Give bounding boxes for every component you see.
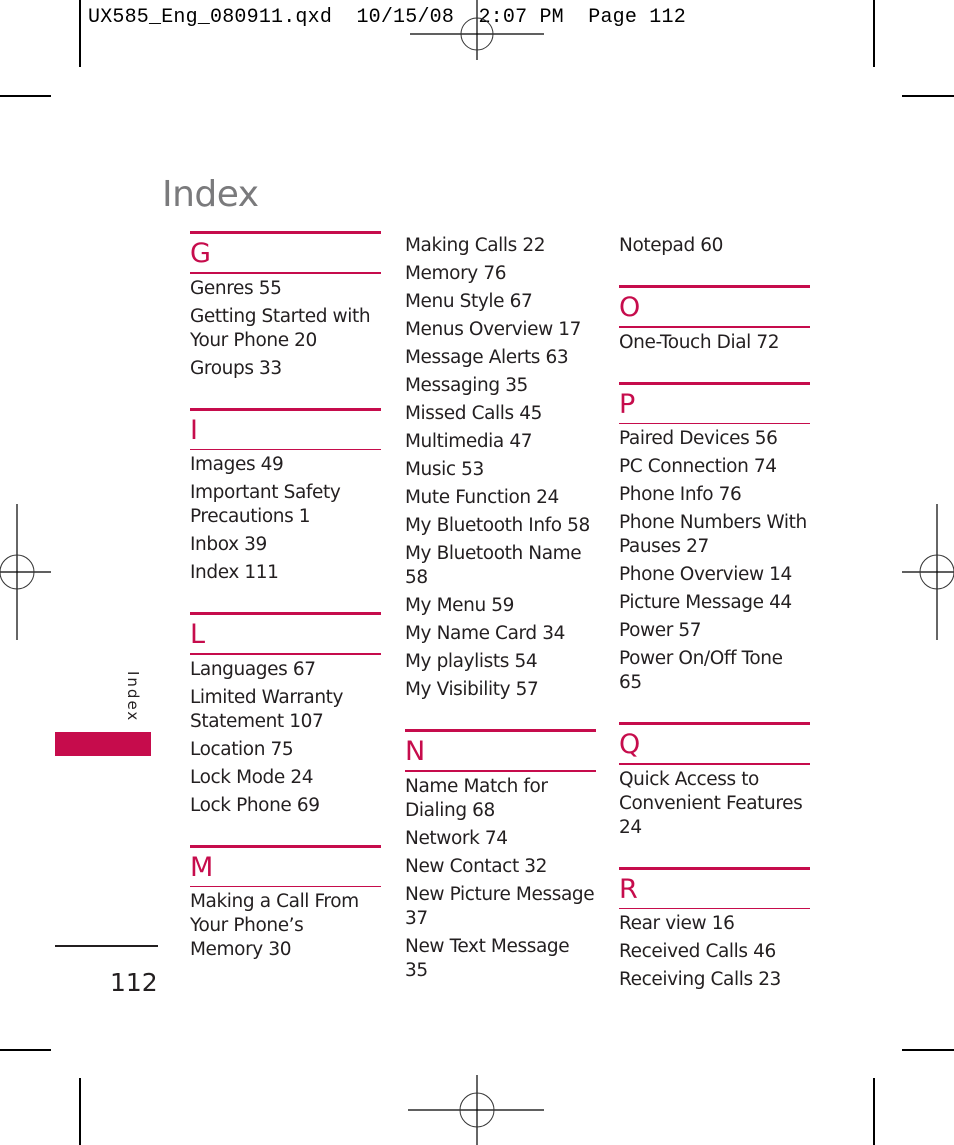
index-entry: Menus Overview 17: [405, 319, 582, 340]
index-entry: Phone Info 76: [619, 484, 742, 505]
index-entry: Genres 55: [190, 277, 282, 299]
crop-mark: [0, 1049, 51, 1051]
index-entry: Important Safety Precautions 1: [190, 482, 341, 527]
section-rule-bottom: [619, 763, 810, 765]
section-letter-heading: O: [619, 292, 641, 323]
section-rule-bottom: [619, 907, 810, 909]
section-rule-bottom: [190, 885, 381, 887]
index-entry: Receiving Calls 23: [619, 969, 781, 990]
index-entry: My Menu 59: [405, 595, 515, 616]
section-rule-bottom: [190, 272, 381, 274]
registration-mark-icon: [0, 504, 51, 640]
section-letter-heading: P: [619, 388, 636, 420]
index-entry: Limited Warranty Statement 107: [190, 686, 344, 732]
index-entry: PC Connection 74: [619, 456, 777, 477]
page-number: 112: [110, 968, 158, 997]
index-entry: Making Calls 22: [405, 235, 546, 256]
index-column-2: Making Calls 22 Memory 76 Menu Style 67 Men…: [405, 234, 596, 1010]
index-section: R Rear view 16 Received Calls 46 Receiving …: [619, 866, 810, 993]
section-letter-heading: G: [190, 238, 211, 269]
index-entry: Location 75: [190, 738, 294, 760]
crop-mark: [0, 95, 51, 97]
crop-mark: [873, 1078, 875, 1145]
index-entry: Lock Mode 24: [190, 766, 314, 788]
crop-mark: [79, 1078, 81, 1145]
folio-rule: [55, 945, 158, 947]
index-entry: Phone Numbers With Pauses 27: [619, 512, 807, 557]
index-section: G Genres 55 Getting Started with Your Phon…: [190, 231, 381, 381]
continued-entries: Notepad 60: [619, 234, 810, 258]
index-section: O One-Touch Dial 72: [619, 285, 810, 355]
continued-entries: Making Calls 22 Memory 76 Menu Style 67 Men…: [405, 234, 596, 702]
index-entry: Name Match for Dialing 68: [405, 775, 548, 821]
index-section: I Images 49 Important Safety Precautions 1…: [190, 407, 381, 586]
index-entry: Messaging 35: [405, 375, 528, 396]
index-entry: Mute Function 24: [405, 487, 559, 508]
crop-mark: [79, 0, 81, 67]
index-section: M Making a Call From Your Phone’s Memory …: [190, 844, 381, 963]
index-entry: My Name Card 34: [405, 623, 565, 644]
index-entry: Power On/Off Tone 65: [619, 648, 783, 693]
registration-mark-icon: [902, 504, 954, 640]
index-section: L Languages 67 Limited Warranty Statement …: [190, 612, 381, 818]
index-entry: Menu Style 67: [405, 291, 533, 312]
index-entry: Music 53: [405, 459, 484, 480]
index-entry: Groups 33: [190, 357, 282, 379]
index-entry: Getting Started with Your Phone 20: [190, 305, 371, 351]
section-letter-heading: N: [405, 736, 426, 767]
page-title: Index: [162, 174, 259, 216]
index-entry: Languages 67: [190, 658, 316, 680]
index-entry: My playlists 54: [405, 651, 538, 672]
index-entry: My Bluetooth Info 58: [405, 515, 590, 536]
index-entry: Missed Calls 45: [405, 403, 542, 424]
index-entry: My Visibility 57: [405, 679, 539, 700]
index-entry: Quick Access to Convenient Features 24: [619, 768, 803, 838]
print-slug-line: UX585_Eng_080911.qxd 10/15/08 2:07 PM Pa…: [88, 6, 686, 29]
index-entry: One-Touch Dial 72: [619, 331, 780, 353]
index-entry: Paired Devices 56: [619, 428, 778, 449]
index-entry: Memory 76: [405, 263, 507, 284]
index-column-1: G Genres 55 Getting Started with Your Phon…: [190, 231, 381, 989]
crop-mark: [902, 1049, 954, 1051]
index-entry: Images 49: [190, 454, 284, 475]
crop-mark: [902, 95, 954, 97]
index-entry: Message Alerts 63: [405, 347, 569, 368]
section-rule-bottom: [190, 448, 381, 450]
index-section: P Paired Devices 56 PC Connection 74 Phone …: [619, 381, 810, 696]
section-letter-heading: Q: [619, 729, 641, 760]
index-entry: New Contact 32: [405, 855, 548, 877]
index-entry: Index 111: [190, 562, 279, 583]
section-rule-bottom: [190, 653, 381, 655]
index-entry: Network 74: [405, 827, 508, 849]
index-entry: Rear view 16: [619, 913, 735, 934]
sidebar-section-tab: [55, 732, 151, 756]
index-section: Q Quick Access to Convenient Features 24: [619, 722, 810, 840]
index-entry: Picture Message 44: [619, 592, 792, 613]
index-column-3: Notepad 60 O One-Touch Dial 72 P Paired Devi…: [619, 234, 810, 1019]
section-rule-bottom: [619, 326, 810, 328]
index-entry: New Picture Message 37: [405, 883, 595, 929]
index-entry: Received Calls 46: [619, 941, 776, 962]
section-letter-heading: I: [190, 414, 198, 446]
index-entry: New Text Message 35: [405, 935, 570, 981]
sidebar-section-label: Index: [124, 671, 142, 723]
crop-mark: [873, 0, 875, 67]
registration-mark-icon: [410, 0, 544, 60]
index-entry: My Bluetooth Name 58: [405, 543, 582, 588]
index-entry: Notepad 60: [619, 235, 724, 256]
registration-mark-icon: [408, 1075, 544, 1145]
section-rule-bottom: [619, 422, 810, 424]
index-entry: Lock Phone 69: [190, 794, 320, 816]
index-section: N Name Match for Dialing 68 Network 74 New …: [405, 729, 596, 983]
index-entry: Inbox 39: [190, 534, 267, 555]
section-letter-heading: R: [619, 873, 638, 905]
index-entry: Multimedia 47: [405, 431, 533, 452]
section-letter-heading: L: [190, 619, 206, 650]
section-rule-bottom: [405, 770, 596, 772]
index-entry: Power 57: [619, 620, 702, 641]
section-letter-heading: M: [190, 851, 214, 883]
index-entry: Making a Call From Your Phone’s Memory 3…: [190, 891, 359, 960]
index-entry: Phone Overview 14: [619, 564, 792, 585]
